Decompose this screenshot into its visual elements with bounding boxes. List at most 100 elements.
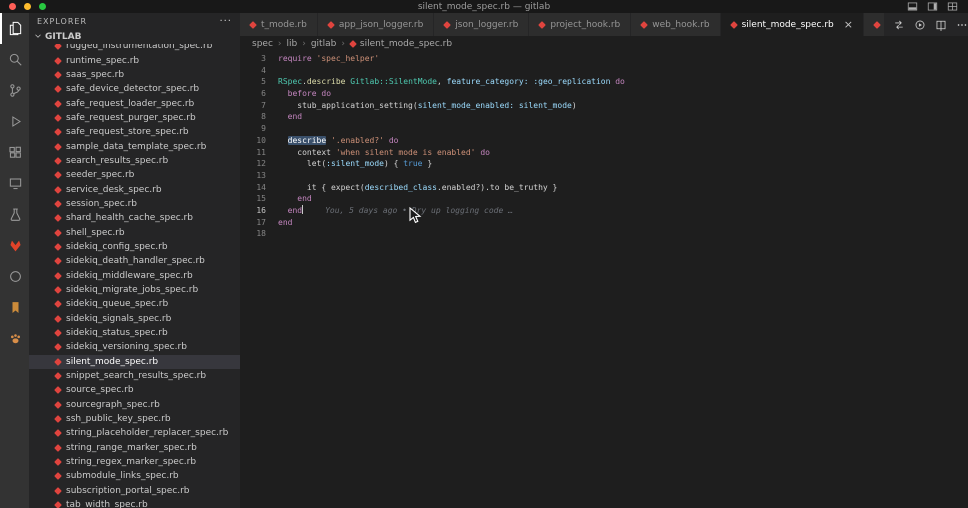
close-tab-icon[interactable]: × [844, 19, 853, 30]
tab-json_logger.rb[interactable]: json_logger.rb [434, 13, 529, 36]
file-item[interactable]: silent_mode_spec.rb [29, 355, 240, 369]
file-item[interactable]: ssh_public_key_spec.rb [29, 412, 240, 426]
code-line[interactable]: 13 [240, 170, 968, 182]
activity-item-gitlab-workflow[interactable] [0, 230, 29, 261]
activity-item-explorer[interactable] [0, 13, 29, 44]
toggle-panel-icon[interactable] [907, 1, 918, 12]
customize-layout-icon[interactable] [947, 1, 958, 12]
file-item[interactable]: safe_request_loader_spec.rb [29, 96, 240, 110]
line-number[interactable]: 14 [240, 182, 276, 194]
breadcrumb-item[interactable]: gitlab [311, 39, 336, 49]
line-number[interactable]: 6 [240, 88, 276, 100]
tab-web_hook.rb[interactable]: web_hook.rb [631, 13, 720, 36]
line-number[interactable]: 11 [240, 147, 276, 159]
close-window-button[interactable] [9, 3, 16, 10]
file-item[interactable]: sourcegraph_spec.rb [29, 398, 240, 412]
tab-app_json_logger.rb[interactable]: app_json_logger.rb [318, 13, 434, 36]
code-line[interactable]: 17end [240, 217, 968, 229]
split-editor-icon[interactable] [935, 19, 947, 31]
tab-project_hook.rb[interactable]: project_hook.rb [529, 13, 631, 36]
activity-item-search[interactable] [0, 44, 29, 75]
file-item[interactable]: safe_device_detector_spec.rb [29, 82, 240, 96]
tab-hi[interactable]: hi [864, 13, 884, 36]
line-number[interactable]: 8 [240, 111, 276, 123]
line-number[interactable]: 12 [240, 158, 276, 170]
file-item[interactable]: snippet_search_results_spec.rb [29, 369, 240, 383]
line-number[interactable]: 4 [240, 65, 276, 77]
file-item[interactable]: string_range_marker_spec.rb [29, 441, 240, 455]
file-item[interactable]: shell_spec.rb [29, 225, 240, 239]
activity-item-source-control[interactable] [0, 75, 29, 106]
file-item[interactable]: saas_spec.rb [29, 68, 240, 82]
code-line[interactable]: 11 context 'when silent mode is enabled'… [240, 147, 968, 159]
activity-item-testing[interactable] [0, 199, 29, 230]
more-actions-icon[interactable] [956, 19, 968, 31]
file-item[interactable]: sidekiq_signals_spec.rb [29, 312, 240, 326]
code-line[interactable]: 8 end [240, 111, 968, 123]
toggle-layout-icon[interactable] [927, 1, 938, 12]
tab-silent_mode_spec.rb[interactable]: silent_mode_spec.rb× [721, 13, 864, 36]
code-line[interactable]: 15 end [240, 193, 968, 205]
line-number[interactable]: 5 [240, 76, 276, 88]
zoom-window-button[interactable] [39, 3, 46, 10]
section-header-gitlab[interactable]: GITLAB [29, 30, 240, 44]
file-item[interactable]: shard_health_cache_spec.rb [29, 211, 240, 225]
run-tests-icon[interactable] [914, 19, 926, 31]
line-number[interactable]: 9 [240, 123, 276, 135]
activity-item-extensions[interactable] [0, 137, 29, 168]
file-item[interactable]: sidekiq_config_spec.rb [29, 240, 240, 254]
file-item[interactable]: string_placeholder_replacer_spec.rb [29, 426, 240, 440]
breadcrumb-item[interactable]: silent_mode_spec.rb [350, 39, 452, 49]
tab-t_mode.rb[interactable]: t_mode.rb [240, 13, 318, 36]
breadcrumb-item[interactable]: spec [252, 39, 273, 49]
code-line[interactable]: 3require 'spec_helper' [240, 53, 968, 65]
activity-item-circle-tool[interactable] [0, 261, 29, 292]
file-item[interactable]: subscription_portal_spec.rb [29, 484, 240, 498]
file-item[interactable]: search_results_spec.rb [29, 154, 240, 168]
file-item[interactable]: sidekiq_middleware_spec.rb [29, 269, 240, 283]
line-number[interactable]: 3 [240, 53, 276, 65]
code-line[interactable]: 9 [240, 123, 968, 135]
file-item[interactable]: sidekiq_migrate_jobs_spec.rb [29, 283, 240, 297]
file-item[interactable]: sidekiq_status_spec.rb [29, 326, 240, 340]
code-editor[interactable]: 3require 'spec_helper'45RSpec.describe G… [240, 51, 968, 508]
line-number[interactable]: 7 [240, 100, 276, 112]
file-item[interactable]: safe_request_store_spec.rb [29, 125, 240, 139]
line-number[interactable]: 17 [240, 217, 276, 229]
file-item[interactable]: sidekiq_versioning_spec.rb [29, 340, 240, 354]
file-item[interactable]: session_spec.rb [29, 197, 240, 211]
file-item[interactable]: submodule_links_spec.rb [29, 469, 240, 483]
file-item[interactable]: seeder_spec.rb [29, 168, 240, 182]
explorer-more-actions-icon[interactable]: ··· [219, 16, 232, 27]
file-item[interactable]: sidekiq_death_handler_spec.rb [29, 254, 240, 268]
activity-item-paw-tool[interactable] [0, 323, 29, 354]
code-line[interactable]: 14 it { expect(described_class.enabled?)… [240, 182, 968, 194]
line-number[interactable]: 13 [240, 170, 276, 182]
activity-item-run-debug[interactable] [0, 106, 29, 137]
file-item[interactable]: tab_width_spec.rb [29, 498, 240, 508]
activity-item-remote-explorer[interactable] [0, 168, 29, 199]
minimize-window-button[interactable] [24, 3, 31, 10]
code-line[interactable]: 4 [240, 65, 968, 77]
code-line[interactable]: 12 let(:silent_mode) { true } [240, 158, 968, 170]
file-item[interactable]: runtime_spec.rb [29, 53, 240, 67]
line-number[interactable]: 16 [240, 205, 276, 217]
code-line[interactable]: 7 stub_application_setting(silent_mode_e… [240, 100, 968, 112]
code-line[interactable]: 5RSpec.describe Gitlab::SilentMode, feat… [240, 76, 968, 88]
file-item[interactable]: sample_data_template_spec.rb [29, 139, 240, 153]
line-number[interactable]: 18 [240, 228, 276, 240]
code-line[interactable]: 16 endYou, 5 days ago • Dry up logging c… [240, 205, 968, 217]
file-item[interactable]: source_spec.rb [29, 383, 240, 397]
code-line[interactable]: 18 [240, 228, 968, 240]
line-number[interactable]: 15 [240, 193, 276, 205]
open-changes-icon[interactable] [893, 19, 905, 31]
activity-item-bookmarks[interactable] [0, 292, 29, 323]
code-line[interactable]: 6 before do [240, 88, 968, 100]
file-item[interactable]: service_desk_spec.rb [29, 182, 240, 196]
code-line[interactable]: 10 describe '.enabled?' do [240, 135, 968, 147]
file-item[interactable]: safe_request_purger_spec.rb [29, 111, 240, 125]
file-item[interactable]: string_regex_marker_spec.rb [29, 455, 240, 469]
line-number[interactable]: 10 [240, 135, 276, 147]
file-item[interactable]: sidekiq_queue_spec.rb [29, 297, 240, 311]
breadcrumb-item[interactable]: lib [287, 39, 298, 49]
